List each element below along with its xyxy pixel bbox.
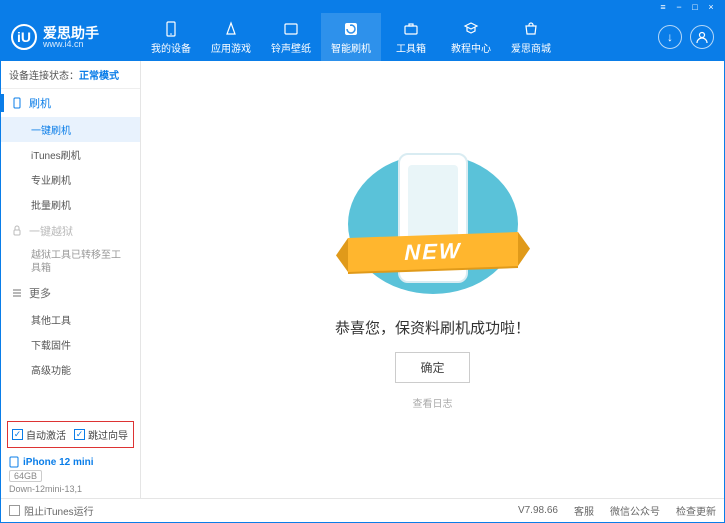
device-model: Down-12mini-13,1 bbox=[9, 484, 132, 494]
logo[interactable]: iU 爱思助手 www.i4.cn bbox=[11, 24, 141, 50]
view-log-link[interactable]: 查看日志 bbox=[413, 395, 453, 410]
success-illustration: NEW bbox=[338, 149, 528, 299]
lock-icon bbox=[11, 225, 23, 237]
section-flash: 刷机 一键刷机 iTunes刷机 专业刷机 批量刷机 bbox=[1, 89, 140, 217]
footer-left: 阻止iTunes运行 bbox=[9, 503, 94, 518]
status-label: 设备连接状态： bbox=[9, 71, 79, 82]
section-more-header[interactable]: 更多 bbox=[1, 279, 140, 307]
nav-my-device[interactable]: 我的设备 bbox=[141, 13, 201, 61]
footer-right: V7.98.66 客服 微信公众号 检查更新 bbox=[518, 503, 716, 518]
checkbox-icon: ✓ bbox=[74, 429, 85, 440]
sidebar-item-itunes-flash[interactable]: iTunes刷机 bbox=[1, 142, 140, 167]
checkbox-auto-activate[interactable]: ✓ 自动激活 bbox=[12, 427, 66, 442]
download-button[interactable]: ↓ bbox=[658, 25, 682, 49]
device-name-row: iPhone 12 mini bbox=[9, 456, 132, 468]
phone-icon bbox=[11, 97, 23, 109]
success-message: 恭喜您，保资料刷机成功啦！ bbox=[335, 317, 530, 338]
nav-toolbox[interactable]: 工具箱 bbox=[381, 13, 441, 61]
nav-label: 工具箱 bbox=[396, 40, 426, 55]
nav-label: 应用游戏 bbox=[211, 40, 251, 55]
app-url: www.i4.cn bbox=[43, 40, 99, 49]
flash-icon bbox=[342, 20, 360, 38]
device-info[interactable]: iPhone 12 mini 64GB Down-12mini-13,1 bbox=[1, 452, 140, 498]
tutorial-icon bbox=[462, 20, 480, 38]
nav-apps[interactable]: 应用游戏 bbox=[201, 13, 261, 61]
maximize-icon[interactable]: □ bbox=[690, 2, 700, 12]
nav-wallpaper[interactable]: 铃声壁纸 bbox=[261, 13, 321, 61]
nav-label: 教程中心 bbox=[451, 40, 491, 55]
footer-update-link[interactable]: 检查更新 bbox=[676, 503, 716, 518]
sidebar-item-oneclick-flash[interactable]: 一键刷机 bbox=[1, 117, 140, 142]
footer-wechat-link[interactable]: 微信公众号 bbox=[610, 503, 660, 518]
jailbreak-note: 越狱工具已转移至工具箱 bbox=[1, 245, 140, 279]
sidebar-item-download-firmware[interactable]: 下载固件 bbox=[1, 332, 140, 357]
checkbox-label: 跳过向导 bbox=[88, 427, 128, 442]
sidebar-item-advanced[interactable]: 高级功能 bbox=[1, 357, 140, 382]
status-value: 正常模式 bbox=[79, 71, 119, 82]
sidebar-item-pro-flash[interactable]: 专业刷机 bbox=[1, 167, 140, 192]
minimize-icon[interactable]: − bbox=[674, 2, 684, 12]
titlebar: ≡ − □ × bbox=[1, 1, 724, 13]
connection-status: 设备连接状态：正常模式 bbox=[1, 61, 140, 89]
list-icon bbox=[11, 287, 23, 299]
sidebar-item-other-tools[interactable]: 其他工具 bbox=[1, 307, 140, 332]
header-right: ↓ bbox=[658, 25, 714, 49]
user-button[interactable] bbox=[690, 25, 714, 49]
apps-icon bbox=[222, 20, 240, 38]
block-itunes-label: 阻止iTunes运行 bbox=[24, 503, 94, 518]
nav-label: 铃声壁纸 bbox=[271, 40, 311, 55]
nav-flash[interactable]: 智能刷机 bbox=[321, 13, 381, 61]
options-box: ✓ 自动激活 ✓ 跳过向导 bbox=[7, 421, 134, 448]
device-name: iPhone 12 mini bbox=[23, 457, 94, 468]
header: iU 爱思助手 www.i4.cn 我的设备 应用游戏 铃声壁纸 智能刷机 bbox=[1, 13, 724, 61]
sidebar: 设备连接状态：正常模式 刷机 一键刷机 iTunes刷机 专业刷机 批量刷机 bbox=[1, 61, 141, 498]
app-name: 爱思助手 bbox=[43, 26, 99, 40]
section-jailbreak: 一键越狱 越狱工具已转移至工具箱 bbox=[1, 217, 140, 279]
section-more: 更多 其他工具 下载固件 高级功能 bbox=[1, 279, 140, 382]
phone-icon bbox=[162, 20, 180, 38]
new-banner: NEW bbox=[348, 232, 518, 272]
main-content: NEW 恭喜您，保资料刷机成功啦！ 确定 查看日志 bbox=[141, 61, 724, 498]
device-storage: 64GB bbox=[9, 470, 42, 482]
section-title: 刷机 bbox=[29, 95, 51, 111]
app-window: ≡ − □ × iU 爱思助手 www.i4.cn 我的设备 应用游戏 铃声壁纸 bbox=[0, 0, 725, 523]
version-label: V7.98.66 bbox=[518, 505, 558, 516]
body: 设备连接状态：正常模式 刷机 一键刷机 iTunes刷机 专业刷机 批量刷机 bbox=[1, 61, 724, 498]
store-icon bbox=[522, 20, 540, 38]
logo-icon: iU bbox=[11, 24, 37, 50]
toolbox-icon bbox=[402, 20, 420, 38]
phone-icon bbox=[9, 456, 19, 468]
close-icon[interactable]: × bbox=[706, 2, 716, 12]
nav-label: 我的设备 bbox=[151, 40, 191, 55]
nav-tutorial[interactable]: 教程中心 bbox=[441, 13, 501, 61]
footer-service-link[interactable]: 客服 bbox=[574, 503, 594, 518]
nav-label: 爱思商城 bbox=[511, 40, 551, 55]
nav-store[interactable]: 爱思商城 bbox=[501, 13, 561, 61]
checkbox-label: 自动激活 bbox=[26, 427, 66, 442]
checkbox-block-itunes[interactable] bbox=[9, 505, 20, 516]
footer: 阻止iTunes运行 V7.98.66 客服 微信公众号 检查更新 bbox=[1, 498, 724, 522]
section-title: 更多 bbox=[29, 285, 51, 301]
checkbox-icon: ✓ bbox=[12, 429, 23, 440]
checkbox-skip-guide[interactable]: ✓ 跳过向导 bbox=[74, 427, 128, 442]
main-nav: 我的设备 应用游戏 铃声壁纸 智能刷机 工具箱 教程中心 bbox=[141, 13, 658, 61]
section-jailbreak-header: 一键越狱 bbox=[1, 217, 140, 245]
sidebar-item-batch-flash[interactable]: 批量刷机 bbox=[1, 192, 140, 217]
nav-label: 智能刷机 bbox=[331, 40, 371, 55]
ok-button[interactable]: 确定 bbox=[395, 352, 469, 383]
settings-icon[interactable]: ≡ bbox=[658, 2, 668, 12]
wallpaper-icon bbox=[282, 20, 300, 38]
section-flash-header[interactable]: 刷机 bbox=[1, 89, 61, 117]
section-title: 一键越狱 bbox=[29, 223, 73, 239]
logo-text: 爱思助手 www.i4.cn bbox=[43, 26, 99, 49]
